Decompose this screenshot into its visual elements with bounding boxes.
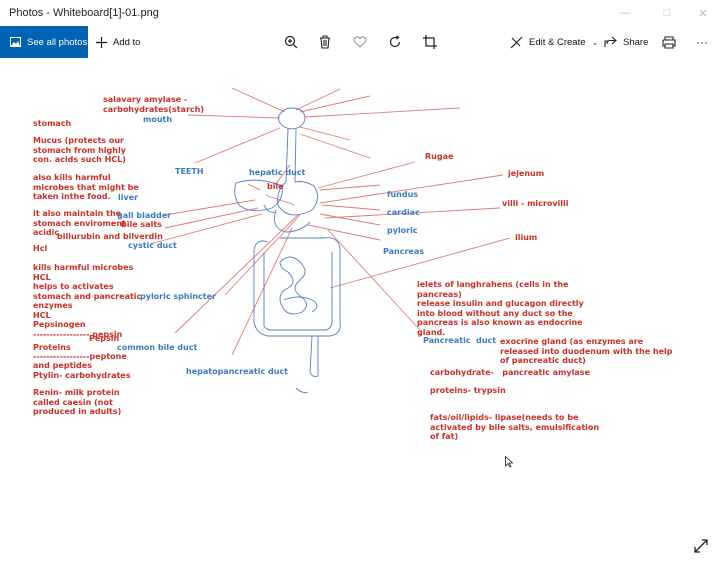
salivary-amylase-note: salavary amylase - carbohydrates(starch) — [103, 95, 204, 114]
photo-canvas: salavary amylase - carbohydrates(starch)… — [0, 58, 720, 563]
pancreas-label: Pancreas — [383, 247, 425, 256]
stomach-heading: stomach — [33, 119, 72, 128]
mouse-cursor-icon — [505, 456, 513, 468]
proteins-trypsin-note: proteins- trypsin — [430, 386, 506, 395]
pyloric-label: pyloric — [387, 226, 418, 235]
exocrine-note: exocrine gland (as enzymes are released … — [500, 337, 673, 365]
cystic-duct-label: cystic duct — [128, 241, 177, 250]
bile-salts-label: bile salts — [121, 220, 162, 229]
chevron-down-icon: ⌄ — [591, 36, 600, 47]
title-bar: Photos - Whiteboard[1]-01.png — □ ✕ — [0, 0, 720, 27]
edit-create-label: Edit & Create — [529, 36, 586, 48]
villi-label: villi - microvilli — [502, 199, 569, 208]
bile-label: bile — [267, 182, 284, 191]
maximize-icon[interactable]: □ — [648, 0, 686, 26]
add-to-label: Add to — [113, 36, 141, 48]
pancreatic-duct-label: Pancreatic duct — [423, 336, 497, 345]
renin-note: Renin- milk protein called caesin (not p… — [33, 388, 122, 416]
fats-lipase-note: fats/oil/lipids- lipase(needs to be acti… — [430, 413, 600, 441]
share-button[interactable]: Share — [604, 26, 648, 58]
mucus-note: Mucus (protects our stomach from highly … — [33, 136, 126, 164]
toolbar: See all photos Add to Edit & Create ⌄ Sh… — [0, 26, 720, 58]
edit-create-button[interactable]: Edit & Create ⌄ — [510, 26, 599, 58]
see-all-photos-label: See all photos — [27, 36, 88, 48]
cardiac-label: cardiac — [387, 208, 420, 217]
hcl-functions-note: kills harmful microbes HCL helps to acti… — [33, 263, 142, 339]
common-bile-duct-label: common bile duct — [117, 343, 198, 352]
close-icon[interactable]: ✕ — [684, 0, 720, 26]
photos-icon — [10, 37, 21, 47]
teeth-label: TEETH — [175, 167, 204, 176]
carbohydrate-amylase-note: carbohydrate- pancreatic amylase — [430, 368, 590, 377]
plus-icon — [96, 36, 107, 48]
hepatopancreatic-duct-label: hepatopancreatic duct — [186, 367, 288, 376]
print-icon[interactable] — [657, 30, 681, 54]
fullscreen-icon[interactable] — [694, 539, 708, 553]
add-to-button[interactable]: Add to — [96, 26, 140, 58]
edit-create-icon — [510, 36, 523, 48]
rotate-icon[interactable] — [383, 30, 407, 54]
peptides-note: and peptides Ptylin- carbohydrates — [33, 361, 131, 380]
zoom-icon[interactable] — [279, 30, 303, 54]
hcl-label: Hcl — [33, 244, 48, 253]
share-label: Share — [623, 36, 649, 48]
mouth-label: mouth — [143, 115, 173, 124]
jejenum-label: jejenum — [508, 169, 545, 178]
favorite-heart-icon[interactable] — [348, 30, 372, 54]
pepsin-label: Pepsin — [89, 334, 120, 343]
window-title: Photos - Whiteboard[1]-01.png — [9, 7, 159, 19]
crop-icon[interactable] — [418, 30, 442, 54]
ilium-label: ilium — [515, 233, 538, 242]
rugae-label: Rugae — [425, 152, 454, 161]
delete-icon[interactable] — [313, 30, 337, 54]
minimize-icon[interactable]: — — [606, 0, 644, 26]
share-icon — [604, 36, 617, 47]
islets-note: ielets of langhrahens (cells in the panc… — [417, 280, 584, 337]
pyloric-sphincter-label: pyloric sphincter — [140, 292, 216, 301]
see-all-photos-button[interactable]: See all photos — [0, 26, 88, 58]
more-options-icon[interactable]: ··· — [690, 30, 714, 54]
fundus-label: fundus — [387, 190, 419, 199]
liver-label: liver — [118, 193, 139, 202]
hepatic-duct-label: hepatic duct — [249, 168, 306, 177]
